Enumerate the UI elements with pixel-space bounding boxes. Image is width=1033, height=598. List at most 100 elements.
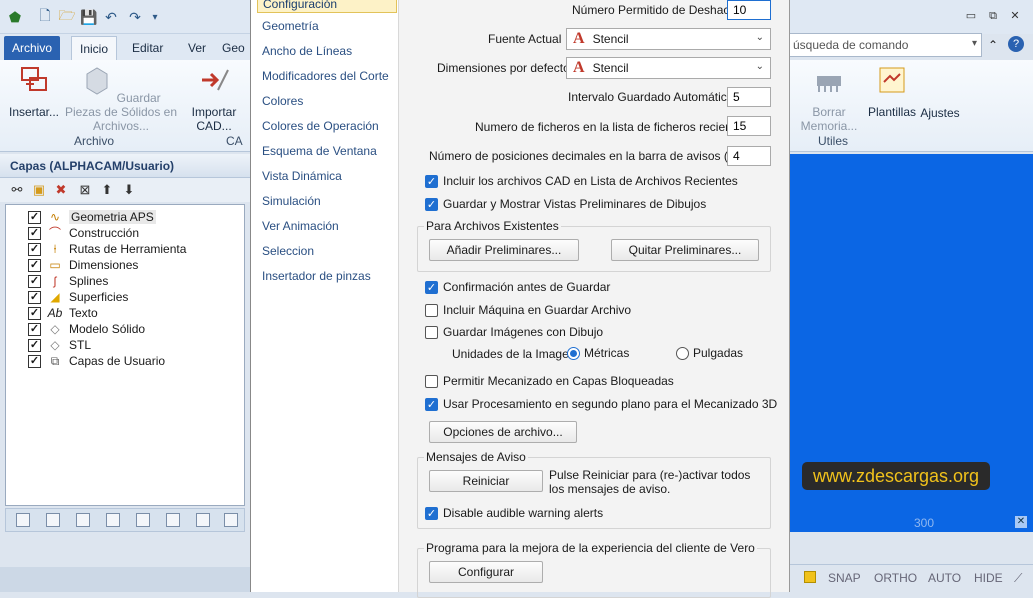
layer-row[interactable]: ✓ ∿ Geometria APS	[28, 209, 156, 225]
layer-row[interactable]: ✓ ◢ Superficies	[28, 289, 128, 305]
chevron-down-icon[interactable]: ▾	[972, 38, 977, 49]
tab-geometria[interactable]: Geo	[214, 36, 253, 60]
layer-row[interactable]: ✓ ▭ Dimensiones	[28, 257, 138, 273]
move-up-icon[interactable]: ⬆	[98, 181, 116, 199]
move-down-icon[interactable]: ⬇	[120, 181, 138, 199]
save-icon[interactable]: 💾	[80, 8, 98, 26]
snap-toggle[interactable]: SNAP	[828, 571, 861, 585]
new-layer-icon[interactable]: ▣	[30, 181, 48, 199]
nav-item-dynamic-view[interactable]: Vista Dinámica	[262, 169, 342, 183]
auto-toggle[interactable]: AUTO	[928, 571, 961, 585]
layer-checkbox[interactable]: ✓	[28, 322, 41, 336]
tab-ver[interactable]: Ver	[180, 36, 214, 60]
include-cad-checkbox[interactable]: ✓ Incluir los archivos CAD en Lista de Ar…	[425, 174, 738, 188]
layer-checkbox[interactable]: ✓	[28, 354, 41, 368]
layer-row[interactable]: ✓ ◇ STL	[28, 337, 91, 353]
tool-tab-icon[interactable]	[106, 513, 120, 527]
reset-button[interactable]: Reiniciar	[429, 470, 543, 492]
nav-item-cut-modifiers[interactable]: Modificadores del Corte	[262, 69, 389, 83]
color-swatch-icon[interactable]	[804, 571, 816, 583]
configure-button[interactable]: Configurar	[429, 561, 543, 583]
layer-row[interactable]: ✓ ⧉ Capas de Usuario	[28, 353, 165, 369]
undo-icon[interactable]: ↶	[102, 8, 120, 26]
clear-memory-button[interactable]: Borrar Memoria...	[796, 64, 862, 133]
layer-row[interactable]: ✓ ⍿ Rutas de Herramienta	[28, 241, 186, 257]
recent-files-input[interactable]	[727, 116, 771, 136]
units-inch-radio[interactable]: Pulgadas	[676, 346, 743, 360]
import-cad-button[interactable]: Importar CAD...	[186, 64, 242, 133]
layer-checkbox[interactable]: ✓	[28, 274, 41, 288]
layers-tab-icon[interactable]	[16, 513, 30, 527]
add-previews-button[interactable]: Añadir Preliminares...	[429, 239, 579, 261]
remove-previews-button[interactable]: Quitar Preliminares...	[611, 239, 759, 261]
layer-row[interactable]: ✓ ◇ Modelo Sólido	[28, 321, 145, 337]
layer-checkbox[interactable]: ✓	[28, 290, 41, 304]
layer-row[interactable]: ✓ ⌒ Construcción	[28, 225, 139, 241]
customize-qat-icon[interactable]: ▾	[146, 8, 164, 26]
layer-checkbox[interactable]: ✓	[28, 210, 41, 224]
dimensions-select[interactable]: A Stencil ⌄	[566, 57, 771, 79]
layer-row[interactable]: ✓ ʃ Splines	[28, 273, 108, 289]
properties-tab-icon[interactable]	[46, 513, 60, 527]
layer-checkbox[interactable]: ✓	[28, 306, 41, 320]
nav-item-animation[interactable]: Ver Animación	[262, 219, 339, 233]
nav-item-selection[interactable]: Seleccion	[262, 244, 314, 258]
hide-toggle[interactable]: HIDE	[974, 571, 1003, 585]
save-solid-parts-button[interactable]: Guardar Piezas de Sólidos en Archivos...	[62, 64, 180, 133]
save-images-checkbox[interactable]: Guardar Imágenes con Dibujo	[425, 325, 603, 339]
font-select[interactable]: A Stencil ⌄	[566, 28, 771, 50]
ortho-toggle[interactable]: ORTHO	[874, 571, 917, 585]
background-processing-checkbox[interactable]: ✓ Usar Procesamiento en segundo plano par…	[425, 397, 777, 411]
undo-input[interactable]	[727, 0, 771, 20]
axis-tab-icon[interactable]	[224, 513, 238, 527]
tab-editar[interactable]: Editar	[124, 36, 171, 60]
nav-item-geometria[interactable]: Geometría	[262, 19, 319, 33]
nav-item-window-scheme[interactable]: Esquema de Ventana	[262, 144, 377, 158]
nesting-tab-icon[interactable]	[166, 513, 180, 527]
layer-properties-icon[interactable]: ⊠	[76, 181, 94, 199]
redo-icon[interactable]: ↷	[126, 8, 144, 26]
app-logo-icon[interactable]: ⬟	[6, 8, 24, 26]
settings-button[interactable]: Ajustes	[920, 106, 960, 120]
new-file-icon[interactable]: 🗋	[36, 7, 54, 26]
nav-item-line-width[interactable]: Ancho de Líneas	[262, 44, 352, 58]
nav-item-clamp-inserter[interactable]: Insertador de pinzas	[262, 269, 371, 283]
command-search-input[interactable]: úsqueda de comando ▾	[786, 33, 982, 57]
open-folder-icon[interactable]: 🗁	[58, 7, 76, 26]
resize-grip-icon[interactable]: ⟋	[1014, 571, 1022, 586]
templates-button[interactable]: Plantillas	[866, 64, 918, 119]
locked-layers-checkbox[interactable]: Permitir Mecanizado en Capas Bloqueadas	[425, 374, 674, 388]
restore-icon[interactable]: ⧉	[986, 10, 1000, 22]
units-metric-radio[interactable]: Métricas	[567, 346, 629, 360]
autosave-input[interactable]	[727, 87, 771, 107]
decimals-input[interactable]	[727, 146, 771, 166]
font-label: Fuente Actual	[488, 32, 562, 46]
previews-checkbox[interactable]: ✓ Guardar y Mostrar Vistas Preliminares d…	[425, 197, 706, 211]
viewport-close-icon[interactable]: ✕	[1015, 516, 1027, 528]
delete-layer-icon[interactable]: ✖	[52, 181, 70, 199]
layer-checkbox[interactable]: ✓	[28, 258, 41, 272]
layer-checkbox[interactable]: ✓	[28, 226, 41, 240]
insert-button[interactable]: Insertar...	[6, 64, 62, 119]
nav-item-simulation[interactable]: Simulación	[262, 194, 321, 208]
minimize-icon[interactable]: ▭	[964, 10, 978, 22]
nav-item-configuracion[interactable]: Configuración	[257, 0, 397, 13]
layer-row[interactable]: ✓ Ab Texto	[28, 305, 98, 321]
confirm-save-checkbox[interactable]: ✓ Confirmación antes de Guardar	[425, 280, 610, 294]
audible-alerts-checkbox[interactable]: ✓ Disable audible warning alerts	[425, 506, 603, 520]
tab-archivo[interactable]: Archivo	[4, 36, 61, 60]
nav-item-colors[interactable]: Colores	[262, 94, 303, 108]
maze-tab-icon[interactable]	[196, 513, 210, 527]
solid-tab-icon[interactable]	[76, 513, 90, 527]
binoculars-icon[interactable]: ⚯	[8, 181, 26, 199]
layer-checkbox[interactable]: ✓	[28, 242, 41, 256]
close-icon[interactable]: ✕	[1008, 10, 1022, 22]
include-machine-checkbox[interactable]: Incluir Máquina en Guardar Archivo	[425, 303, 631, 317]
layer-checkbox[interactable]: ✓	[28, 338, 41, 352]
ribbon-collapse-icon[interactable]: ⌃	[988, 38, 998, 52]
nav-item-operation-colors[interactable]: Colores de Operación	[262, 119, 379, 133]
tab-inicio[interactable]: Inicio	[71, 36, 118, 60]
operations-tab-icon[interactable]	[136, 513, 150, 527]
help-icon[interactable]: ?	[1008, 36, 1024, 52]
file-options-button[interactable]: Opciones de archivo...	[429, 421, 577, 443]
